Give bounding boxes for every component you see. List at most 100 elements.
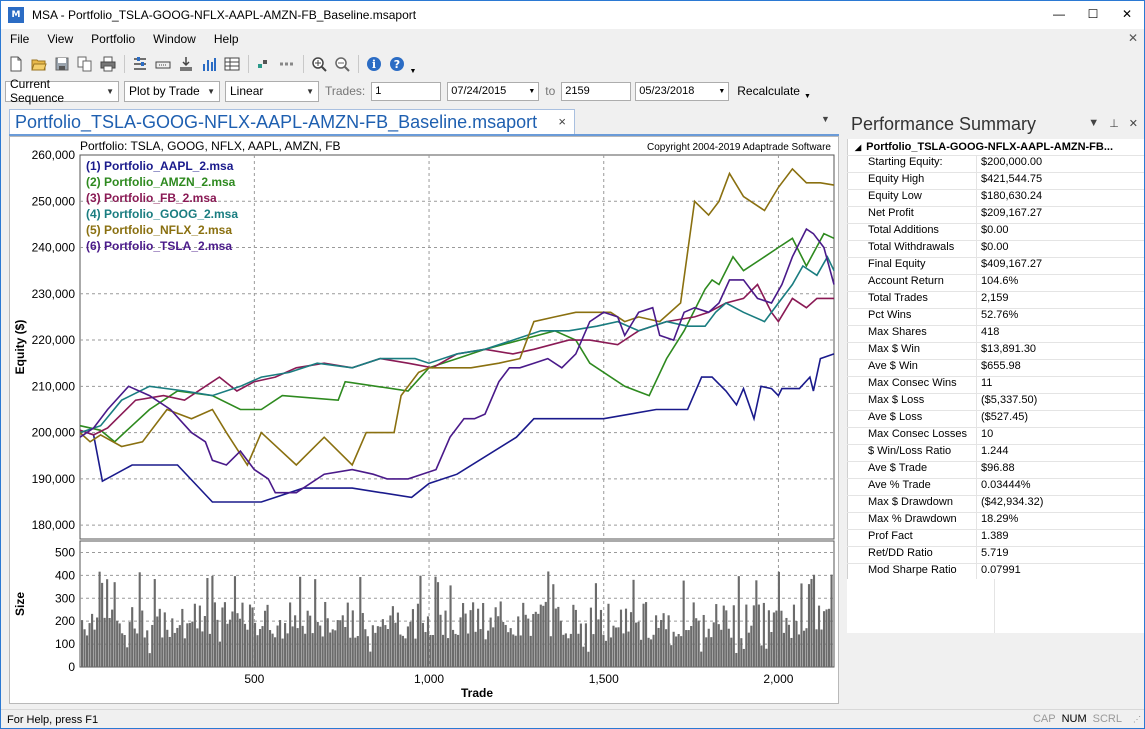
legend-entry: (2) Portfolio_AMZN_2.msa — [86, 175, 236, 189]
performance-metric-label: Ave $ Win — [847, 360, 977, 376]
recalculate-button[interactable]: Recalculate — [733, 84, 804, 98]
performance-row[interactable]: Final Equity $409,167.27 — [847, 258, 1144, 275]
new-icon[interactable] — [5, 53, 27, 75]
size-bar — [98, 571, 101, 667]
dropdown-icon[interactable]: ▼ — [1088, 117, 1099, 130]
dashes-icon[interactable] — [276, 53, 298, 75]
menu-view[interactable]: View — [38, 32, 82, 46]
performance-row[interactable]: Ave $ Win $655.98 — [847, 360, 1144, 377]
equity-layout-icon[interactable] — [129, 53, 151, 75]
grid-dots-icon[interactable] — [253, 53, 275, 75]
trades-to-input[interactable]: 2159 — [561, 81, 632, 101]
trades-from-input[interactable]: 1 — [371, 81, 442, 101]
plot-by-select[interactable]: Plot by Trade ▼ — [124, 80, 220, 102]
menu-window[interactable]: Window — [144, 32, 205, 46]
menu-portfolio[interactable]: Portfolio — [82, 32, 144, 46]
size-bar — [672, 631, 675, 667]
size-bar — [767, 610, 770, 667]
performance-metric-label: Ave $ Loss — [847, 411, 977, 427]
x-tick-label: 2,000 — [763, 672, 793, 686]
chevron-down-icon: ▼ — [106, 86, 114, 96]
tab-list-dropdown-icon[interactable]: ▼ — [821, 114, 830, 124]
size-bar — [562, 634, 565, 667]
size-bar — [344, 626, 347, 667]
performance-row[interactable]: Ave % Trade 0.03444% — [847, 479, 1144, 496]
performance-row[interactable]: Max Consec Losses 10 — [847, 428, 1144, 445]
performance-row[interactable]: Prof Fact 1.389 — [847, 530, 1144, 547]
table-icon[interactable] — [221, 53, 243, 75]
performance-row[interactable]: Ave $ Loss ($527.45) — [847, 411, 1144, 428]
open-icon[interactable] — [28, 53, 50, 75]
performance-row[interactable]: Account Return 104.6% — [847, 275, 1144, 292]
y-tick-label: 240,000 — [32, 241, 76, 255]
size-bar — [213, 602, 216, 667]
size-bar — [695, 618, 698, 667]
zoom-in-icon[interactable] — [308, 53, 330, 75]
performance-row[interactable]: Starting Equity: $200,000.00 — [847, 156, 1144, 173]
import-icon[interactable] — [152, 53, 174, 75]
menu-help[interactable]: Help — [205, 32, 248, 46]
performance-row[interactable]: Max Consec Wins 11 — [847, 377, 1144, 394]
performance-row[interactable]: Max $ Win $13,891.30 — [847, 343, 1144, 360]
toolbar-separator — [248, 55, 249, 73]
document-close-icon[interactable]: ✕ — [1128, 31, 1138, 45]
size-bar — [294, 615, 297, 667]
bar-chart-icon[interactable] — [198, 53, 220, 75]
menu-file[interactable]: File — [1, 32, 38, 46]
save-icon[interactable] — [51, 53, 73, 75]
size-bar — [642, 603, 645, 667]
performance-row[interactable]: Pct Wins 52.76% — [847, 309, 1144, 326]
performance-group-header[interactable]: ◢ Portfolio_TSLA-GOOG-NFLX-AAPL-AMZN-FB..… — [847, 139, 1144, 156]
close-button[interactable]: ✕ — [1110, 1, 1144, 27]
performance-row[interactable]: Max Shares 418 — [847, 326, 1144, 343]
size-bar — [183, 638, 186, 667]
tab-close-icon[interactable]: × — [558, 114, 566, 129]
size-bar — [697, 620, 700, 667]
download-icon[interactable] — [175, 53, 197, 75]
date-to-picker[interactable]: 05/23/2018 ▼ — [635, 81, 730, 101]
info-icon[interactable]: i — [363, 53, 385, 75]
chevron-down-icon: ▼ — [207, 86, 215, 96]
dropdown-arrow-icon[interactable]: ▼ — [804, 93, 811, 100]
size-bar — [552, 584, 555, 667]
performance-row[interactable]: Total Additions $0.00 — [847, 224, 1144, 241]
maximize-button[interactable]: ☐ — [1076, 1, 1110, 27]
scale-select[interactable]: Linear ▼ — [225, 80, 319, 102]
chevron-down-icon: ▼ — [306, 86, 314, 96]
performance-row[interactable]: Ave $ Trade $96.88 — [847, 462, 1144, 479]
size-bar — [101, 582, 104, 667]
performance-row[interactable]: Max $ Drawdown ($42,934.32) — [847, 496, 1144, 513]
size-bar — [274, 637, 277, 667]
size-bar — [441, 634, 445, 667]
performance-row[interactable]: Total Withdrawals $0.00 — [847, 241, 1144, 258]
size-bar — [309, 615, 312, 667]
zoom-out-icon[interactable] — [331, 53, 353, 75]
date-from-value: 07/24/2015 — [451, 85, 507, 97]
size-bar — [421, 622, 425, 667]
performance-row[interactable]: Ret/DD Ratio 5.719 — [847, 547, 1144, 564]
size-bar — [725, 610, 728, 667]
dropdown-arrow-icon[interactable]: ▼ — [409, 53, 417, 75]
size-bar — [504, 624, 507, 667]
print-icon[interactable] — [97, 53, 119, 75]
minimize-button[interactable]: — — [1042, 1, 1076, 27]
performance-row[interactable]: $ Win/Loss Ratio 1.244 — [847, 445, 1144, 462]
collapse-icon[interactable]: ◢ — [855, 143, 861, 152]
document-tab[interactable]: Portfolio_TSLA-GOOG-NFLX-AAPL-AMZN-FB_Ba… — [9, 109, 575, 135]
performance-row[interactable]: Equity Low $180,630.24 — [847, 190, 1144, 207]
pin-icon[interactable]: ⊥ — [1109, 117, 1119, 130]
performance-row[interactable]: Equity High $421,544.75 — [847, 173, 1144, 190]
performance-row[interactable]: Total Trades 2,159 — [847, 292, 1144, 309]
resize-grip-icon[interactable]: ⋰ — [1133, 715, 1141, 724]
performance-row[interactable]: Max % Drawdown 18.29% — [847, 513, 1144, 530]
size-bar — [790, 637, 793, 667]
sequence-select[interactable]: Current Sequence ▼ — [5, 77, 119, 105]
size-tick-label: 500 — [55, 545, 75, 559]
title-bar[interactable]: M MSA - Portfolio_TSLA-GOOG-NFLX-AAPL-AM… — [1, 1, 1144, 29]
performance-row[interactable]: Net Profit $209,167.27 — [847, 207, 1144, 224]
help-icon[interactable]: ? — [386, 53, 408, 75]
copy-icon[interactable] — [74, 53, 96, 75]
close-icon[interactable]: ✕ — [1129, 117, 1138, 130]
date-from-picker[interactable]: 07/24/2015 ▼ — [447, 81, 540, 101]
performance-row[interactable]: Max $ Loss ($5,337.50) — [847, 394, 1144, 411]
